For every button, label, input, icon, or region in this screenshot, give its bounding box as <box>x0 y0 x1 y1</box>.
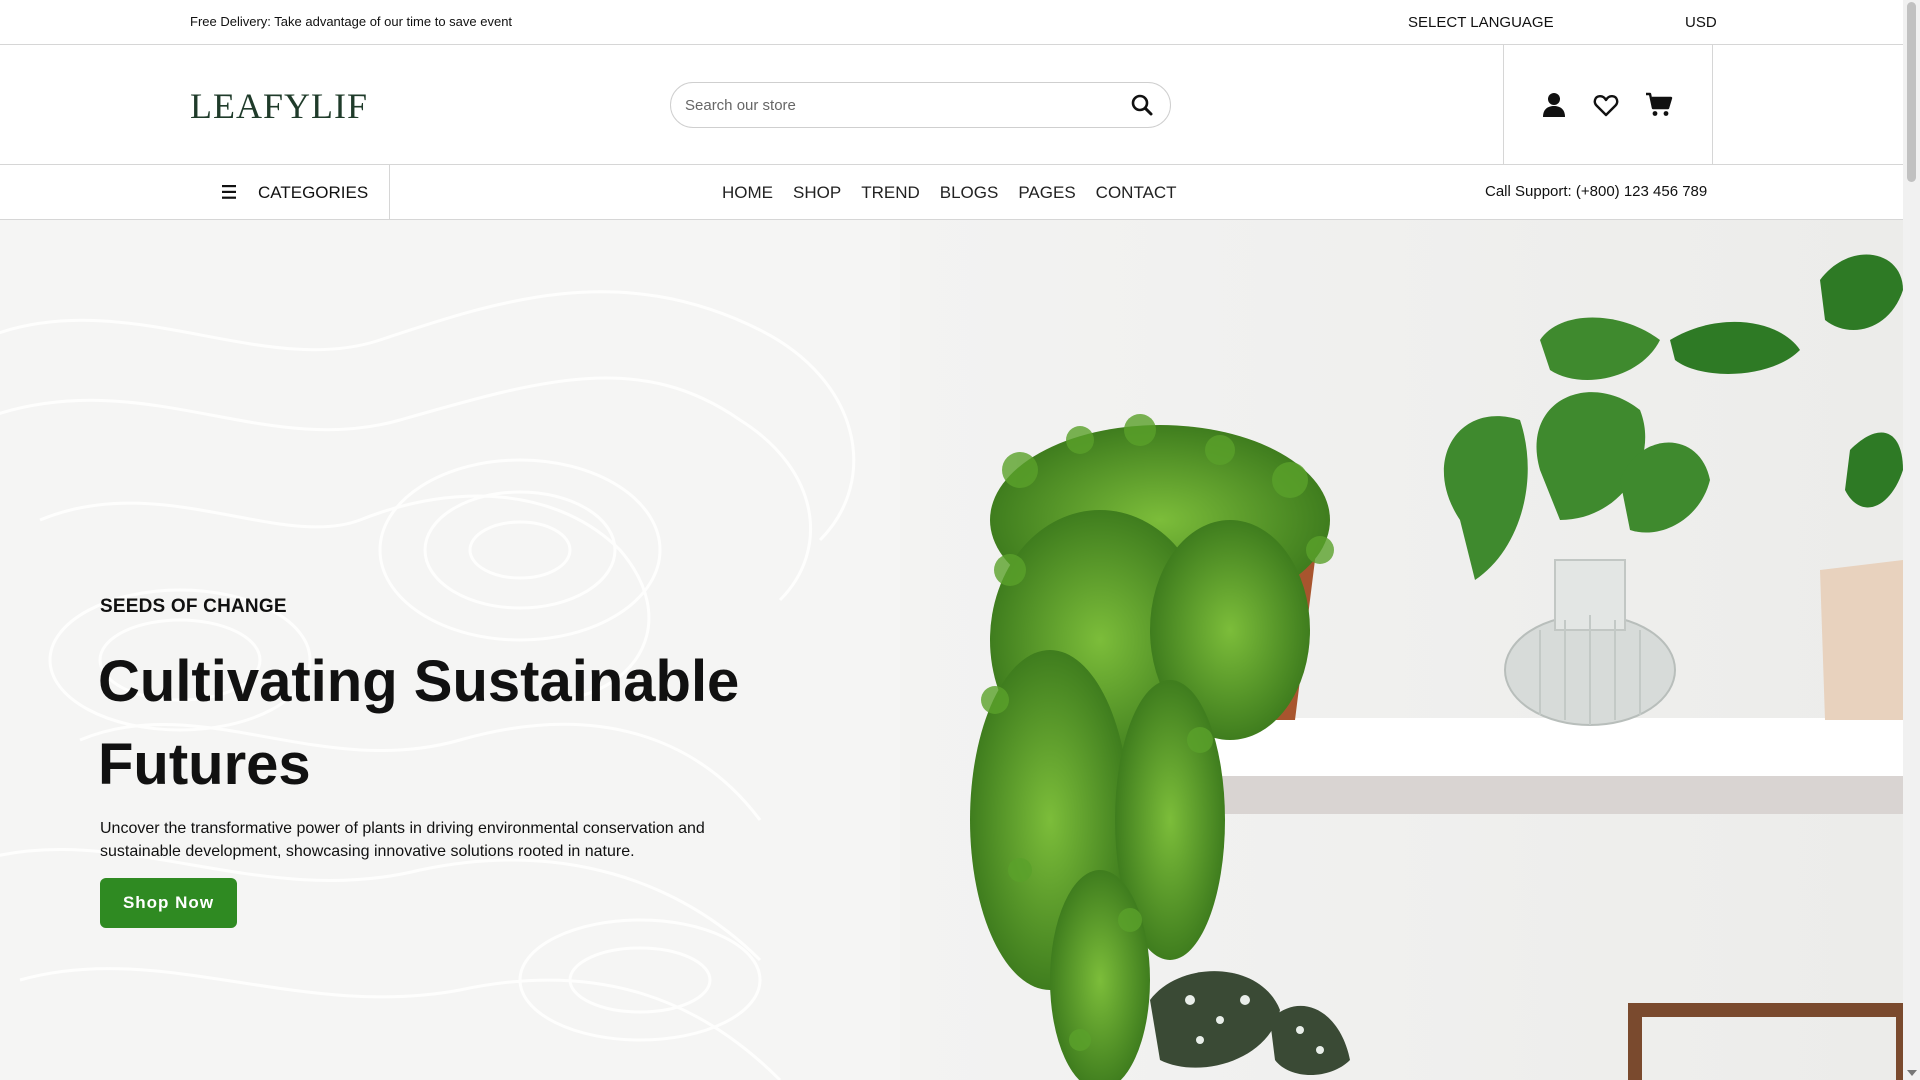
hero-banner: SEEDS OF CHANGE Cultivating Sustainable … <box>0 220 1903 1080</box>
categories-label: CATEGORIES <box>258 183 369 202</box>
promo-text: Free Delivery: Take advantage of our tim… <box>190 14 513 29</box>
nav-link-contact[interactable]: CONTACT <box>1096 183 1177 203</box>
hero-description: Uncover the transformative power of plan… <box>100 820 705 860</box>
support-phone: Call Support: (+800) 123 456 789 <box>1485 183 1708 200</box>
language-selector[interactable]: SELECT LANGUAGE <box>1408 14 1554 31</box>
search-input[interactable] <box>685 83 1115 127</box>
page-scrollbar[interactable] <box>1903 0 1920 1080</box>
categories-menu-button[interactable]: CATEGORIES <box>0 165 390 220</box>
cart-icon[interactable] <box>1645 91 1673 119</box>
announcement-bar: Free Delivery: Take advantage of our tim… <box>0 0 1903 45</box>
hero-headline: Cultivating Sustainable Futures <box>98 649 740 797</box>
site-logo[interactable]: LEAFYLIF <box>190 85 368 127</box>
scrollbar-thumb[interactable] <box>1907 2 1916 182</box>
nav-link-blogs[interactable]: BLOGS <box>940 183 999 203</box>
scroll-down-arrow-icon[interactable] <box>1907 1070 1917 1076</box>
nav-links: HOME SHOP TREND BLOGS PAGES CONTACT <box>722 183 1177 203</box>
heart-icon[interactable] <box>1592 91 1620 119</box>
page: Free Delivery: Take advantage of our tim… <box>0 0 1920 1080</box>
search-icon[interactable] <box>1130 93 1154 117</box>
nav-link-shop[interactable]: SHOP <box>793 183 841 203</box>
site-header: LEAFYLIF <box>0 45 1903 165</box>
nav-link-home[interactable]: HOME <box>722 183 773 203</box>
currency-selector[interactable]: USD <box>1685 14 1717 31</box>
search-box <box>670 82 1171 128</box>
nav-link-pages[interactable]: PAGES <box>1018 183 1075 203</box>
user-icon[interactable] <box>1540 91 1568 119</box>
hero-plant-image <box>900 220 1903 1080</box>
header-divider-right <box>1712 45 1713 165</box>
main-navigation: CATEGORIES HOME SHOP TREND BLOGS PAGES C… <box>0 165 1903 220</box>
shop-now-button[interactable]: Shop Now <box>100 878 237 928</box>
menu-icon <box>222 185 238 199</box>
hero-kicker: SEEDS OF CHANGE <box>100 596 287 617</box>
header-divider-left <box>1503 45 1504 165</box>
nav-link-trend[interactable]: TREND <box>861 183 920 203</box>
